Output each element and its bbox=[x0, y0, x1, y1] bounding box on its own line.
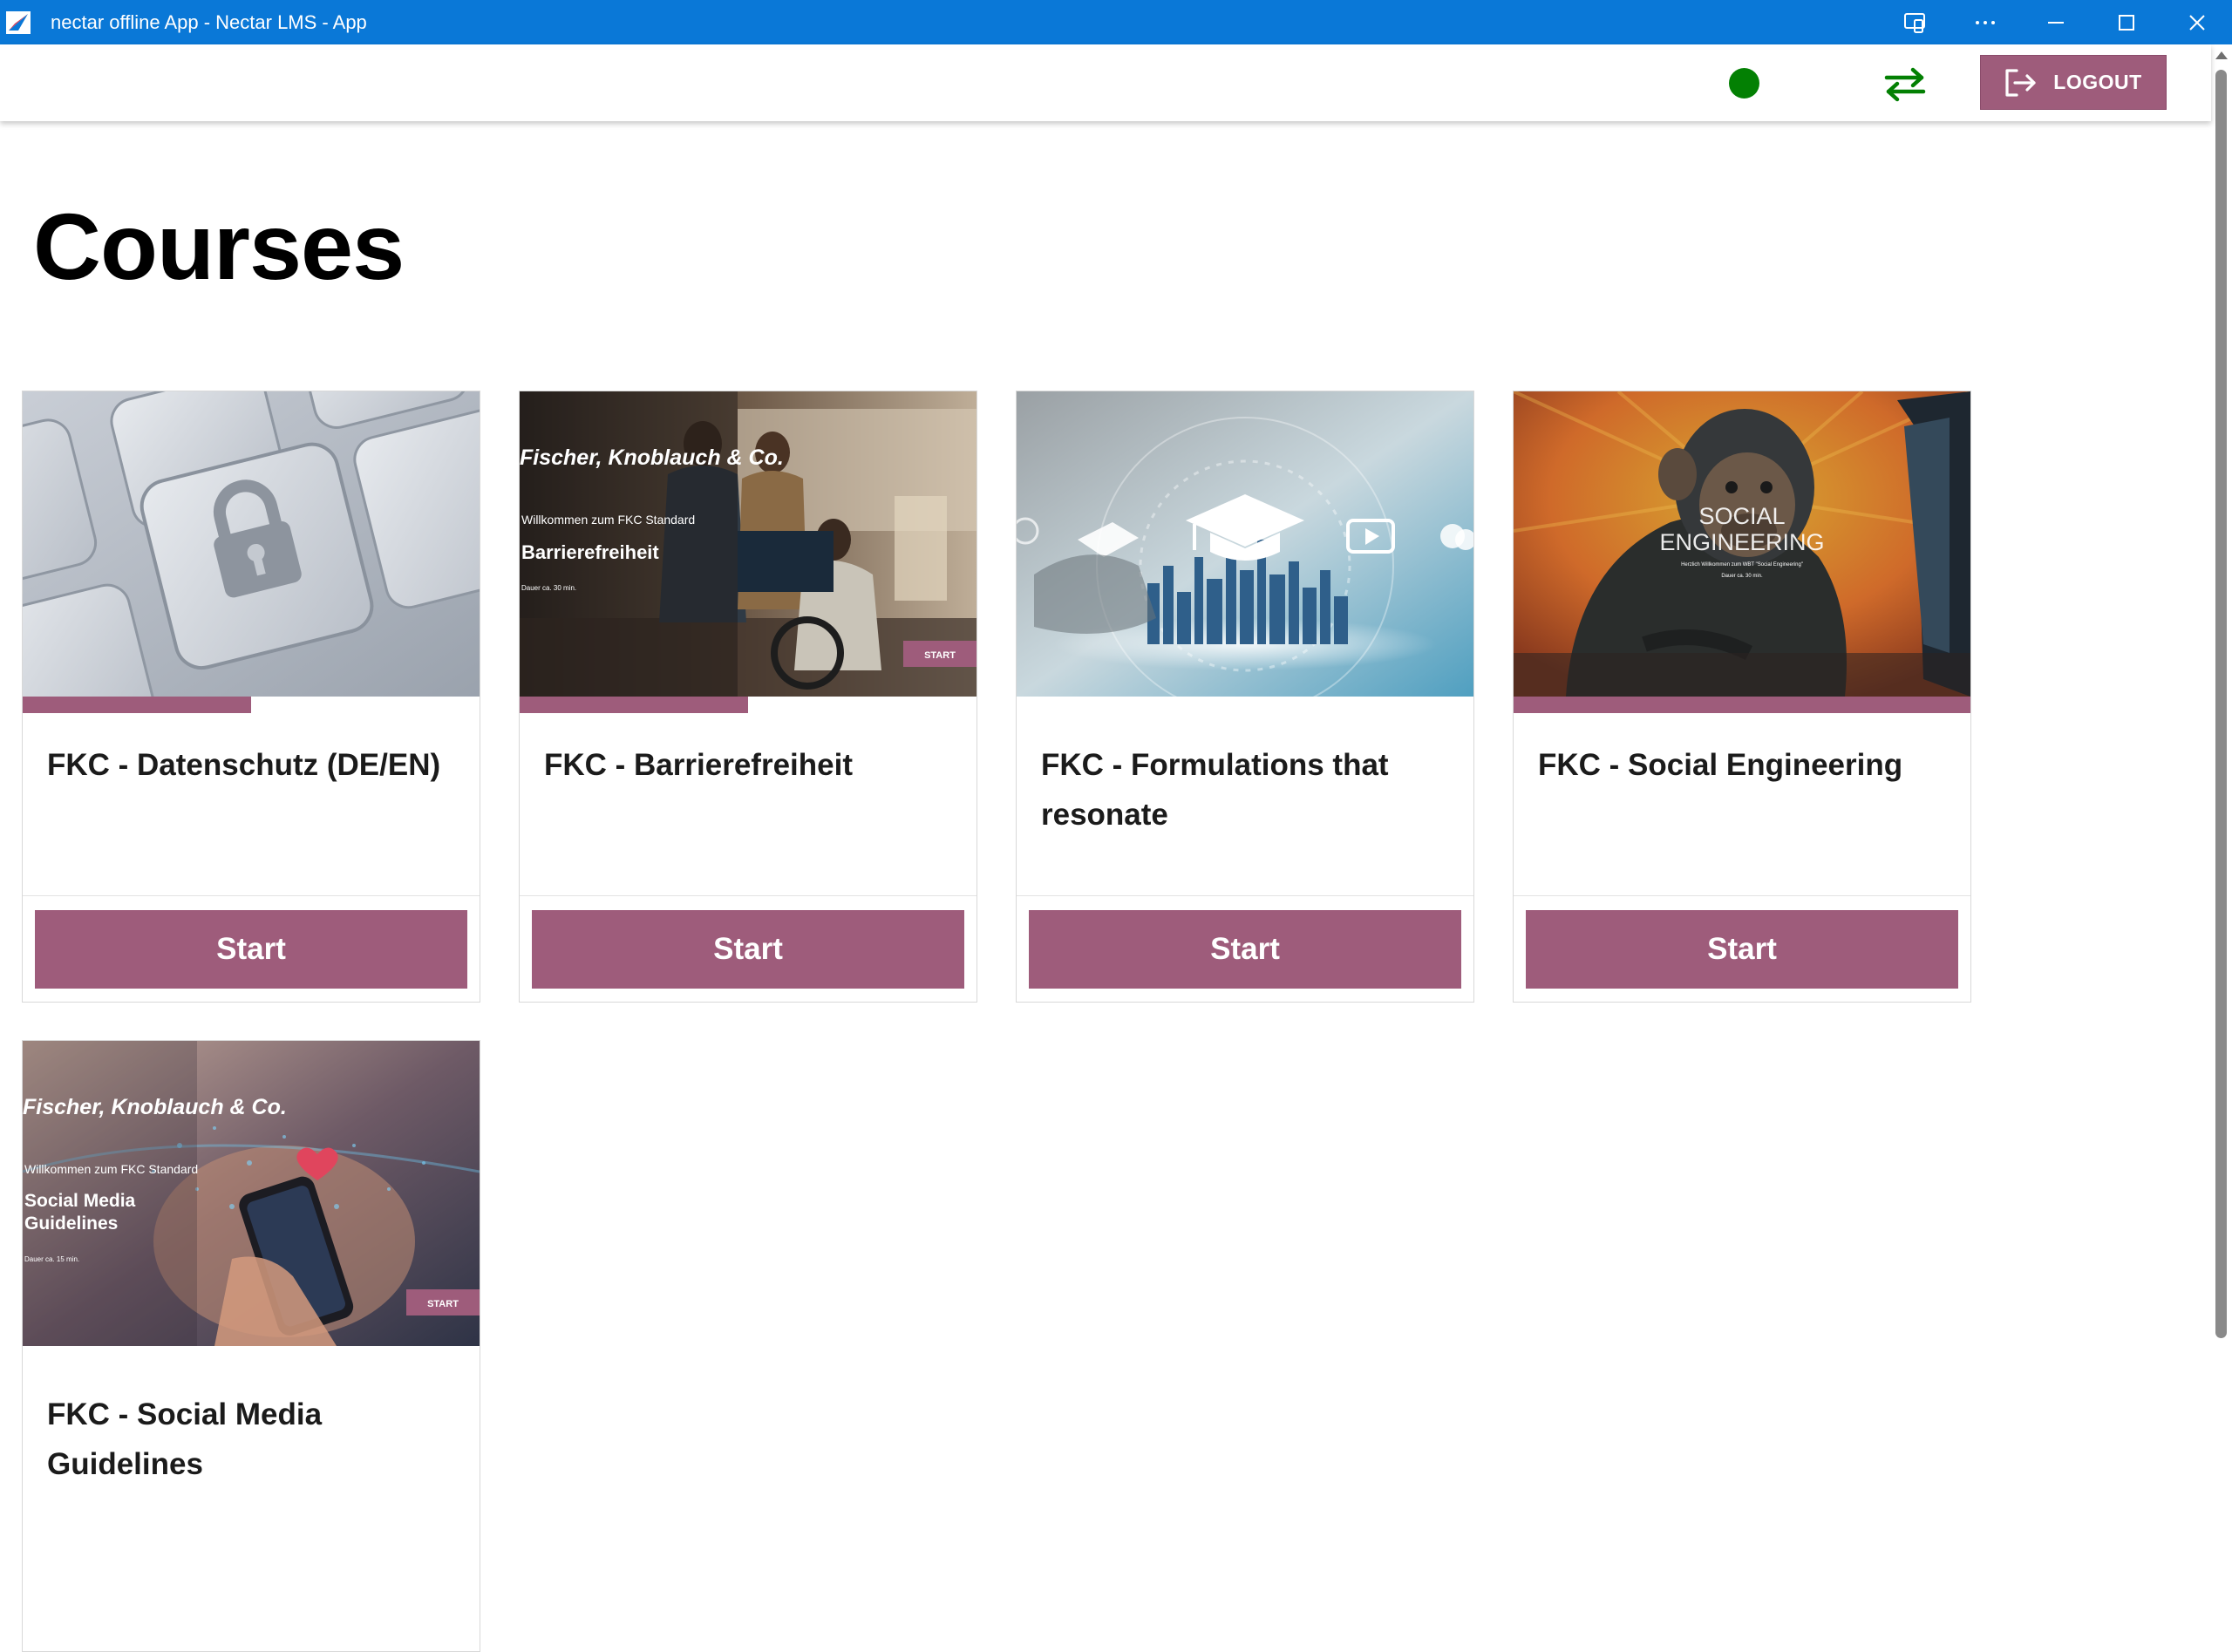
thumbnail-topic-text: Barrierefreiheit bbox=[521, 541, 659, 563]
thumbnail-brand-text: Fischer, Knoblauch & Co. bbox=[23, 1095, 287, 1119]
thumbnail-welcome-text: Willkommen zum FKC Standard bbox=[521, 513, 695, 527]
card-divider bbox=[520, 895, 976, 896]
course-thumbnail-chimp[interactable]: SOCIAL ENGINEERING Herzlich Willkommen z… bbox=[1514, 391, 1970, 697]
logout-button[interactable]: LOGOUT bbox=[1980, 55, 2167, 110]
course-title[interactable]: FKC - Datenschutz (DE/EN) bbox=[47, 740, 457, 790]
course-progress-bar bbox=[23, 697, 480, 713]
thumbnail-start-text: START bbox=[427, 1299, 459, 1309]
course-title[interactable]: FKC - Barrierefreiheit bbox=[544, 740, 954, 790]
scroll-up-arrow-icon[interactable] bbox=[2215, 51, 2228, 59]
course-progress-fill bbox=[520, 697, 748, 713]
thumbnail-brand-text: Fischer, Knoblauch & Co. bbox=[520, 445, 784, 470]
thumbnail-welcome-text: Willkommen zum FKC Standard bbox=[24, 1162, 198, 1176]
card-divider bbox=[1017, 895, 1473, 896]
course-title[interactable]: FKC - Formulations that resonate bbox=[1041, 740, 1451, 840]
app-header: LOGOUT bbox=[0, 44, 2211, 121]
course-card-social-engineering: SOCIAL ENGINEERING Herzlich Willkommen z… bbox=[1513, 391, 1971, 1003]
course-title[interactable]: FKC - Social Engineering bbox=[1538, 740, 1948, 790]
course-card-formulations: FKC - Formulations that resonate Start bbox=[1016, 391, 1474, 1003]
course-thumbnail-elearning[interactable] bbox=[1017, 391, 1473, 697]
course-thumbnail-phone[interactable]: Fischer, Knoblauch & Co. Willkommen zum … bbox=[23, 1041, 480, 1346]
sync-arrows-icon bbox=[1884, 67, 1926, 102]
maximize-icon[interactable] bbox=[2091, 0, 2161, 44]
minimize-icon[interactable] bbox=[2020, 0, 2091, 44]
course-card-datenschutz: FKC - Datenschutz (DE/EN) Start bbox=[22, 391, 480, 1003]
course-title[interactable]: FKC - Social Media Guidelines bbox=[47, 1390, 457, 1489]
close-icon[interactable] bbox=[2161, 0, 2232, 44]
app-logo-icon bbox=[5, 10, 31, 36]
thumbnail-duration-text: Dauer ca. 30 min. bbox=[1721, 574, 1763, 579]
scrollbar-thumb[interactable] bbox=[2215, 70, 2227, 1338]
course-thumbnail-office[interactable]: Fischer, Knoblauch & Co. Willkommen zum … bbox=[520, 391, 976, 697]
logout-label: LOGOUT bbox=[2053, 71, 2142, 93]
thumbnail-title-line2: ENGINEERING bbox=[1659, 529, 1824, 555]
course-progress-bar bbox=[1017, 697, 1473, 713]
thumbnail-duration-text: Dauer ca. 30 min. bbox=[521, 584, 576, 592]
start-course-button[interactable]: Start bbox=[35, 910, 467, 989]
course-progress-fill bbox=[23, 697, 251, 713]
course-progress-fill bbox=[1514, 697, 1970, 713]
start-course-button[interactable]: Start bbox=[1029, 910, 1461, 989]
course-thumbnail-keyboard-lock[interactable] bbox=[23, 391, 480, 697]
window-titlebar: nectar offline App - Nectar LMS - App bbox=[0, 0, 2232, 44]
course-progress-bar bbox=[1514, 697, 1970, 713]
cast-icon[interactable] bbox=[1879, 0, 1950, 44]
thumbnail-title-line1: SOCIAL bbox=[1698, 503, 1785, 529]
course-progress-bar bbox=[520, 697, 976, 713]
card-divider bbox=[23, 895, 480, 896]
card-divider bbox=[1514, 895, 1970, 896]
thumbnail-topic-line2: Guidelines bbox=[24, 1214, 118, 1234]
thumbnail-duration-text: Dauer ca. 15 min. bbox=[24, 1255, 79, 1263]
more-options-icon[interactable] bbox=[1950, 0, 2020, 44]
start-course-button[interactable]: Start bbox=[1526, 910, 1958, 989]
thumbnail-topic-line1: Social Media bbox=[24, 1191, 136, 1211]
online-status-indicator bbox=[1729, 68, 1759, 99]
thumbnail-start-text: START bbox=[924, 650, 956, 661]
sync-button[interactable] bbox=[1882, 62, 1928, 107]
page-title: Courses bbox=[33, 194, 405, 299]
course-card-social-media: Fischer, Knoblauch & Co. Willkommen zum … bbox=[22, 1040, 480, 1652]
start-course-button[interactable]: Start bbox=[532, 910, 964, 989]
course-progress-bar bbox=[23, 1346, 480, 1363]
course-card-barrierefreiheit: Fischer, Knoblauch & Co. Willkommen zum … bbox=[519, 391, 977, 1003]
window-controls bbox=[1879, 0, 2232, 44]
window-title: nectar offline App - Nectar LMS - App bbox=[51, 10, 367, 33]
thumbnail-welcome-text: Herzlich Willkommen zum WBT "Social Engi… bbox=[1681, 562, 1803, 568]
logout-icon bbox=[2005, 68, 2036, 97]
